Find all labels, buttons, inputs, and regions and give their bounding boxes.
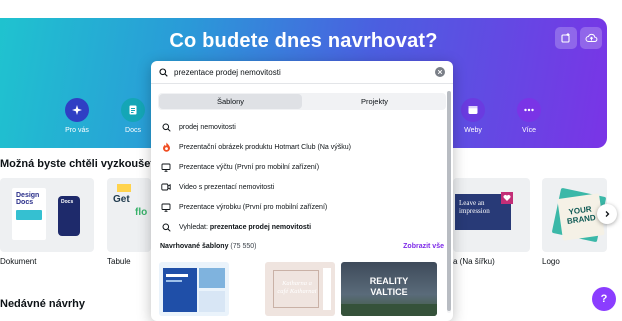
suggestion-item[interactable]: prodej nemovitosti bbox=[160, 119, 446, 135]
category-label: Pro vás bbox=[65, 127, 89, 134]
thumbnail-label: Logo bbox=[542, 257, 560, 266]
website-icon bbox=[468, 106, 478, 114]
hero-title: Co budete dnes navrhovat? bbox=[169, 30, 438, 52]
custom-size-button[interactable] bbox=[555, 27, 577, 49]
category-weby[interactable]: Weby bbox=[453, 98, 493, 134]
category-circle bbox=[121, 98, 145, 122]
template-preview-block bbox=[199, 291, 225, 312]
suggestion-item[interactable]: Video s prezentací nemovitosti bbox=[160, 179, 446, 195]
category-circle bbox=[517, 98, 541, 122]
dropdown-scrollbar[interactable] bbox=[447, 91, 451, 313]
recommended-title-group: Navrhované šablony (75 550) bbox=[160, 243, 257, 250]
suggestions-heading: Možná byste chtěli vyzkoušet... bbox=[0, 158, 164, 170]
upload-button[interactable] bbox=[580, 27, 602, 49]
close-icon bbox=[437, 69, 443, 75]
recent-designs-heading: Nedávné návrhy bbox=[0, 298, 85, 310]
landscape-preview-text: impression bbox=[459, 207, 490, 215]
dropdown-scrollbar-thumb[interactable] bbox=[447, 91, 451, 311]
suggestion-item[interactable]: Prezentace výrobku (První pro mobilní za… bbox=[160, 199, 446, 215]
recommended-count: (75 550) bbox=[230, 243, 257, 250]
category-docs[interactable]: Docs bbox=[113, 98, 153, 134]
search-icon bbox=[159, 67, 168, 77]
recommended-header: Navrhované šablony (75 550) Zobrazit vše bbox=[160, 243, 444, 250]
search-tabs: Šablony Projekty bbox=[158, 93, 446, 110]
search-for-prefix: Vyhledat: bbox=[179, 223, 208, 231]
search-dropdown: Šablony Projekty prodej nemovitosti Prez… bbox=[151, 61, 453, 321]
suggestion-text: Prezentace výčtu (První pro mobilní zaří… bbox=[179, 163, 320, 171]
category-label: Více bbox=[521, 127, 536, 134]
chevron-right-icon bbox=[605, 211, 610, 217]
search-bar bbox=[151, 61, 453, 84]
doc-preview-text: Design bbox=[16, 192, 40, 199]
heart-icon bbox=[501, 192, 513, 204]
help-button[interactable]: ? bbox=[592, 287, 616, 311]
thumbnail-label: a (Na šířku) bbox=[453, 257, 495, 266]
recommended-title: Navrhované šablony bbox=[160, 243, 229, 250]
category-label: Weby bbox=[464, 127, 482, 134]
carousel-next-button[interactable] bbox=[597, 204, 617, 224]
category-circle bbox=[65, 98, 89, 122]
search-for-term: prezentace prodej nemovitosti bbox=[209, 223, 312, 231]
thumbnail-dokument[interactable]: Design Docs Docs bbox=[0, 178, 94, 252]
thumbnail-label: Tabule bbox=[107, 257, 131, 266]
custom-size-icon bbox=[561, 33, 570, 43]
suggestion-text: Video s prezentací nemovitosti bbox=[179, 183, 275, 191]
template-card[interactable]: REALITY VALTICE bbox=[341, 262, 437, 316]
presentation-icon bbox=[160, 161, 172, 173]
more-icon bbox=[524, 108, 534, 112]
landscape-preview-text: Leave an bbox=[459, 199, 485, 207]
cloud-upload-icon bbox=[585, 33, 597, 42]
template-text: Kaiharna a café Kaiharnai bbox=[277, 280, 317, 295]
tab-sablony[interactable]: Šablony bbox=[159, 94, 302, 109]
category-circle bbox=[461, 98, 485, 122]
search-icon bbox=[160, 121, 172, 133]
thumbnail-na-sirku[interactable]: Leave an impression bbox=[453, 178, 530, 252]
doc-phone-text: Docs bbox=[61, 199, 74, 205]
category-pro-vas[interactable]: Pro vás bbox=[57, 98, 97, 134]
category-label: Docs bbox=[125, 127, 141, 134]
tab-projekty[interactable]: Projekty bbox=[303, 93, 446, 110]
template-preview-line bbox=[166, 274, 188, 277]
doc-preview-chart bbox=[16, 210, 42, 220]
sticky-note-shape bbox=[117, 184, 131, 192]
suggestion-text: Prezentační obrázek produktu Hotmart Clu… bbox=[179, 143, 351, 151]
suggestion-item[interactable]: Prezentační obrázek produktu Hotmart Clu… bbox=[160, 139, 446, 155]
search-input[interactable] bbox=[174, 67, 435, 77]
whiteboard-preview-text: flo bbox=[135, 207, 148, 218]
doc-phone-preview: Docs bbox=[58, 196, 80, 236]
suggestion-text: prodej nemovitosti bbox=[179, 123, 236, 131]
suggestion-text: Prezentace výrobku (První pro mobilní za… bbox=[179, 203, 328, 211]
hotmart-icon bbox=[160, 141, 172, 153]
template-preview-strip bbox=[323, 268, 331, 310]
thumbnail-tabule[interactable]: Get flo bbox=[107, 178, 151, 252]
template-preview-block bbox=[199, 268, 225, 288]
category-vice[interactable]: Více bbox=[509, 98, 549, 134]
doc-page-preview: Design Docs bbox=[12, 188, 46, 240]
template-preview-line bbox=[166, 280, 182, 282]
template-preview-ground bbox=[341, 304, 437, 316]
clear-search-button[interactable] bbox=[435, 67, 445, 77]
thumbnail-label: Dokument bbox=[0, 257, 37, 266]
whiteboard-preview-text: Get bbox=[113, 194, 130, 205]
sparkle-icon bbox=[72, 105, 82, 115]
template-card[interactable]: Kaiharna a café Kaiharnai bbox=[265, 262, 335, 316]
show-all-link[interactable]: Zobrazit vše bbox=[403, 243, 444, 250]
canva-home-page: Co budete dnes navrhovat? Pro vás Docs W… bbox=[0, 0, 622, 321]
doc-preview-text: Docs bbox=[16, 199, 34, 206]
search-for-item[interactable]: Vyhledat: prezentace prodej nemovitosti bbox=[160, 219, 446, 235]
template-text: REALITY VALTICE bbox=[369, 276, 409, 297]
presentation-icon bbox=[160, 201, 172, 213]
docs-icon bbox=[129, 105, 137, 115]
search-icon bbox=[160, 221, 172, 233]
suggestion-item[interactable]: Prezentace výčtu (První pro mobilní zaří… bbox=[160, 159, 446, 175]
video-icon bbox=[160, 181, 172, 193]
template-card[interactable] bbox=[159, 262, 229, 316]
